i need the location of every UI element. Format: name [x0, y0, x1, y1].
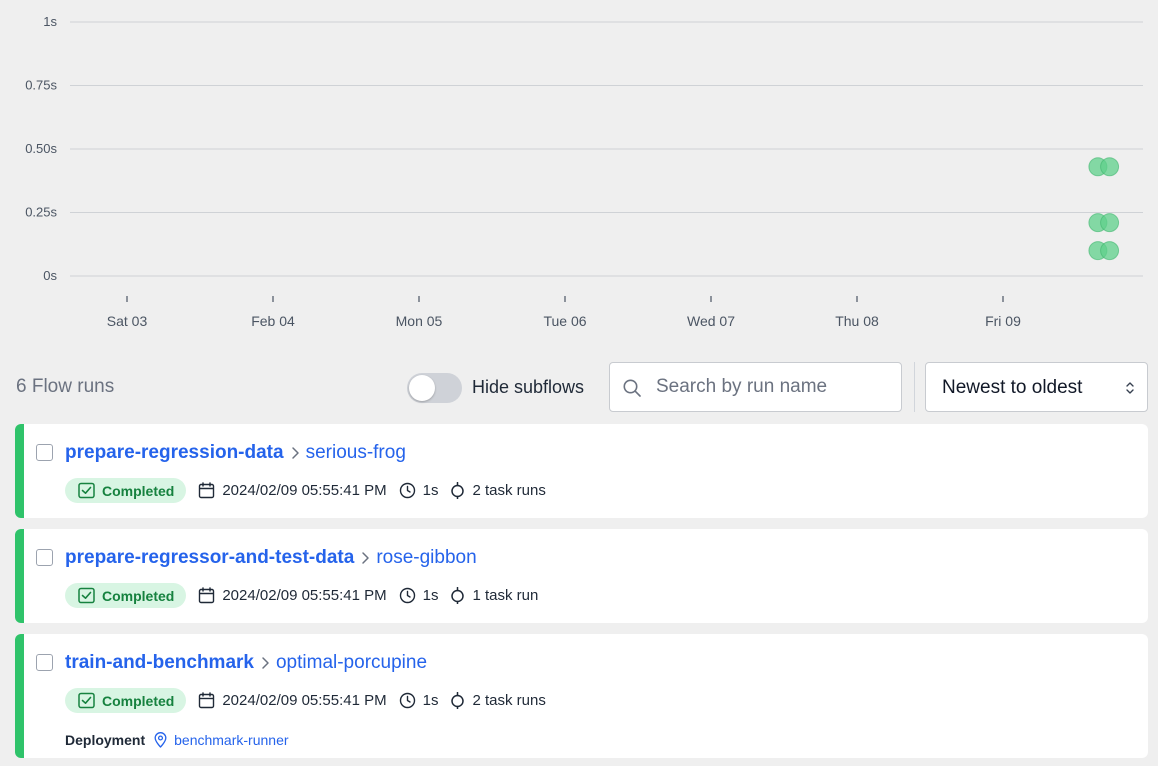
calendar-icon — [199, 692, 215, 709]
state-label: Completed — [102, 587, 175, 604]
run-meta: Completed 2024/02/09 05:55:41 PM 1s — [65, 583, 538, 608]
task-run-icon — [451, 482, 465, 499]
flow-runs-count: 6 Flow runs — [16, 376, 115, 397]
search-icon — [623, 379, 641, 397]
x-tick-label: Sat 03 — [107, 313, 148, 329]
task-runs-count: 2 task runs — [472, 692, 546, 709]
duration: 1s — [422, 482, 439, 499]
flow-name-link[interactable]: prepare-regression-data — [65, 442, 284, 464]
flow-runs-toolbar: 6 Flow runs Hide subflows Newest to olde… — [0, 362, 1158, 414]
y-tick-label: 0s — [43, 268, 57, 283]
clock-icon — [399, 692, 415, 709]
select-checkbox[interactable] — [36, 444, 53, 461]
timestamp: 2024/02/09 05:55:41 PM — [222, 692, 387, 709]
chevron-right-icon — [362, 552, 370, 564]
flow-runs-scatter-chart: 0s 0.25s 0.50s 0.75s 1s Sat 03 Feb 04 Mon 05 Tue… — [0, 0, 1158, 345]
search-box — [609, 362, 902, 412]
run-name-link[interactable]: rose-gibbon — [376, 547, 476, 569]
toggle-knob — [409, 375, 435, 401]
state-badge: Completed — [65, 478, 187, 503]
run-meta: Completed 2024/02/09 05:55:41 PM 1s — [65, 688, 546, 713]
state-label: Completed — [102, 482, 175, 499]
run-duration: 1s — [399, 587, 439, 604]
select-checkbox[interactable] — [36, 549, 53, 566]
clock-icon — [399, 482, 415, 499]
deployment-row: Deployment benchmark-runner — [65, 732, 289, 748]
map-pin-icon — [154, 732, 167, 748]
hide-subflows-toggle[interactable] — [407, 373, 462, 403]
run-title: prepare-regression-data serious-frog — [65, 441, 406, 465]
run-name-link[interactable]: serious-frog — [306, 442, 406, 464]
chevron-updown-icon — [1126, 382, 1134, 394]
toolbar-divider — [914, 362, 915, 412]
flow-run-card[interactable]: prepare-regressor-and-test-data rose-gib… — [15, 529, 1148, 623]
run-start-time: 2024/02/09 05:55:41 PM — [198, 692, 387, 709]
duration: 1s — [422, 692, 439, 709]
run-task-runs[interactable]: 2 task runs — [450, 482, 546, 499]
deployment-label: Deployment — [65, 732, 146, 748]
flow-name-link[interactable]: train-and-benchmark — [65, 652, 254, 674]
duration: 1s — [422, 587, 439, 604]
x-tick-label: Mon 05 — [396, 313, 443, 329]
run-name-link[interactable]: optimal-porcupine — [276, 652, 427, 674]
check-square-icon — [78, 482, 95, 499]
task-run-icon — [451, 692, 465, 709]
state-badge: Completed — [65, 583, 187, 608]
x-tick-label: Tue 06 — [543, 313, 586, 329]
flow-run-point[interactable] — [1100, 241, 1120, 261]
task-runs-count: 1 task run — [472, 587, 539, 604]
deployment-link[interactable]: benchmark-runner — [174, 732, 288, 748]
search-input[interactable] — [656, 371, 892, 403]
run-task-runs[interactable]: 2 task runs — [450, 692, 546, 709]
hide-subflows-label: Hide subflows — [472, 377, 585, 397]
check-square-icon — [78, 692, 95, 709]
task-run-icon — [451, 587, 465, 604]
run-duration: 1s — [399, 692, 439, 709]
x-tick-label: Wed 07 — [687, 313, 735, 329]
y-tick-label: 0.75s — [25, 78, 57, 93]
flow-run-card[interactable]: prepare-regression-data serious-frog Com… — [15, 424, 1148, 518]
select-checkbox[interactable] — [36, 654, 53, 671]
run-start-time: 2024/02/09 05:55:41 PM — [198, 587, 387, 604]
run-start-time: 2024/02/09 05:55:41 PM — [198, 482, 387, 499]
calendar-icon — [199, 482, 215, 499]
chevron-right-icon — [262, 657, 269, 669]
flow-run-point[interactable] — [1100, 157, 1120, 177]
flow-run-card[interactable]: train-and-benchmark optimal-porcupine Co… — [15, 634, 1148, 758]
calendar-icon — [199, 587, 215, 604]
flow-name-link[interactable]: prepare-regressor-and-test-data — [65, 547, 354, 569]
run-title: train-and-benchmark optimal-porcupine — [65, 651, 427, 675]
run-duration: 1s — [399, 482, 439, 499]
chevron-right-icon — [291, 447, 299, 459]
x-tick-label: Feb 04 — [251, 313, 295, 329]
flow-run-point[interactable] — [1100, 213, 1120, 233]
run-task-runs[interactable]: 1 task run — [450, 587, 538, 604]
run-meta: Completed 2024/02/09 05:55:41 PM 1s — [65, 478, 546, 503]
state-label: Completed — [102, 692, 175, 709]
timestamp: 2024/02/09 05:55:41 PM — [222, 587, 387, 604]
state-stripe — [15, 424, 24, 518]
clock-icon — [399, 587, 415, 604]
task-runs-count: 2 task runs — [472, 482, 546, 499]
y-tick-label: 1s — [43, 14, 57, 29]
sort-select[interactable]: Newest to oldest — [925, 362, 1148, 412]
timestamp: 2024/02/09 05:55:41 PM — [222, 482, 387, 499]
state-badge: Completed — [65, 688, 187, 713]
scatter-chart-svg: 0s 0.25s 0.50s 0.75s 1s Sat 03 Feb 04 Mon 05 Tue… — [25, 14, 1143, 329]
x-tick-label: Thu 08 — [835, 313, 879, 329]
y-tick-label: 0.50s — [25, 141, 57, 156]
sort-select-value: Newest to oldest — [942, 377, 1083, 398]
x-tick-label: Fri 09 — [985, 313, 1021, 329]
y-tick-label: 0.25s — [25, 205, 57, 220]
check-square-icon — [78, 587, 95, 604]
state-stripe — [15, 529, 24, 623]
state-stripe — [15, 634, 24, 758]
run-title: prepare-regressor-and-test-data rose-gib… — [65, 546, 477, 570]
